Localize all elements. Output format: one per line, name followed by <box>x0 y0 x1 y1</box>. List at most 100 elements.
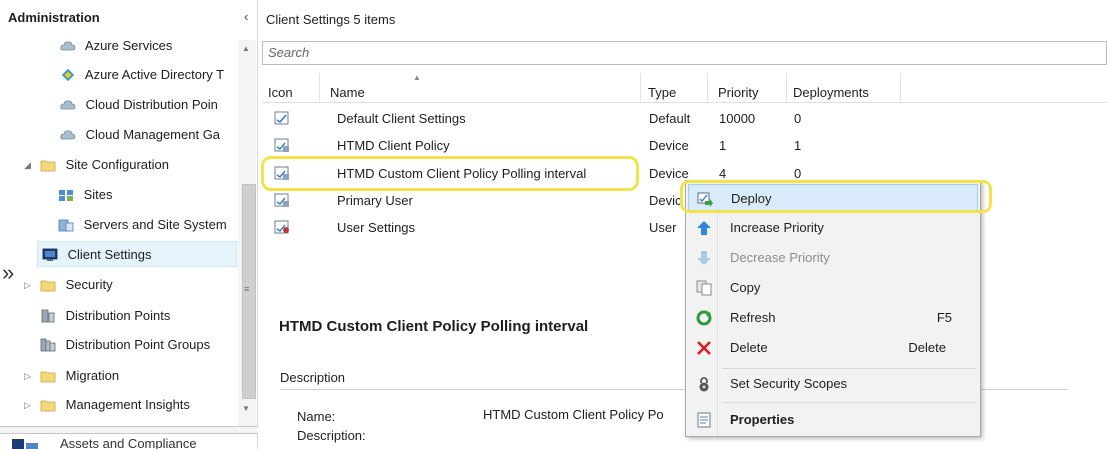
cell-type: Devic <box>649 193 682 208</box>
menu-item-increase-priority[interactable]: Increase Priority <box>688 214 978 242</box>
menu-item-shortcut: Delete <box>908 340 946 355</box>
details-title: HTMD Custom Client Policy Polling interv… <box>279 318 589 335</box>
nav-item-site-configuration[interactable]: Site Configuration <box>40 152 238 178</box>
column-header-priority[interactable]: Priority <box>708 73 787 103</box>
nav-item-label: Management Insights <box>65 397 190 412</box>
assets-and-compliance-icon <box>12 439 38 449</box>
nav-item-label: Cloud Distribution Poin <box>85 97 218 112</box>
workspace-assets-and-compliance[interactable]: Assets and Compliance <box>60 436 197 449</box>
menu-item-label: Refresh <box>730 310 776 325</box>
column-header-name[interactable]: Name <box>320 73 641 103</box>
context-menu: Deploy Increase Priority Decrease Priori… <box>685 180 981 437</box>
menu-item-shortcut: F5 <box>936 310 952 325</box>
nav-item-label: Distribution Point Groups <box>65 337 211 352</box>
nav-item-azure-services[interactable]: Azure Services <box>60 33 238 59</box>
collapse-pane-button[interactable]: ‹ <box>244 9 248 24</box>
deploy-icon <box>697 192 713 207</box>
nav-item-security[interactable]: Security <box>40 272 238 298</box>
search-input[interactable]: Search <box>262 41 1107 65</box>
grip-icon: ≡ <box>244 284 250 294</box>
expand-arrow-icon[interactable]: ▷ <box>24 363 31 389</box>
servers-icon <box>58 219 74 231</box>
cell-name: HTMD Custom Client Policy Polling interv… <box>337 166 587 181</box>
client-policy-row-icon <box>274 193 289 207</box>
scroll-up-arrow-icon[interactable]: ▲ <box>242 44 250 53</box>
nav-item-label: Client Settings <box>67 247 152 262</box>
nav-item-label: Azure Active Directory T <box>84 67 225 82</box>
nav-item-azure-active-directory[interactable]: Azure Active Directory T <box>60 62 238 88</box>
nav-item-management-insights[interactable]: Management Insights <box>40 392 238 418</box>
client-policy-row-icon <box>274 138 289 152</box>
expand-arrow-icon[interactable]: ▷ <box>24 392 31 418</box>
scroll-down-arrow-icon[interactable]: ▼ <box>242 404 250 413</box>
cell-name: User Settings <box>337 220 416 235</box>
copy-icon <box>696 280 712 296</box>
nav-horizontal-scrollbar[interactable] <box>0 426 258 434</box>
user-settings-row-icon <box>274 220 289 234</box>
client-settings-icon <box>42 248 58 261</box>
nav-item-label: Distribution Points <box>65 308 171 323</box>
properties-icon <box>697 412 711 428</box>
menu-item-label: Set Security Scopes <box>730 376 848 391</box>
cloud-icon <box>60 99 76 109</box>
nav-item-migration[interactable]: Migration <box>40 363 238 389</box>
menu-item-delete[interactable]: Delete Delete <box>688 334 978 362</box>
distribution-points-icon <box>41 309 55 322</box>
column-header-deployments[interactable]: Deployments <box>787 73 901 103</box>
menu-item-properties[interactable]: Properties <box>688 406 978 434</box>
folder-icon <box>40 280 56 291</box>
delete-icon <box>697 341 711 355</box>
menu-item-label: Decrease Priority <box>730 250 830 265</box>
details-name-value: HTMD Custom Client Policy Po <box>483 407 664 422</box>
nav-item-cloud-distribution-point[interactable]: Cloud Distribution Poin <box>60 92 238 118</box>
collapse-arrow-icon[interactable]: ◢ <box>24 152 31 178</box>
details-description-label: Description: <box>297 428 366 443</box>
cloud-icon <box>60 40 76 50</box>
nav-item-client-settings[interactable]: Client Settings <box>37 241 237 267</box>
nav-item-label: Cloud Management Ga <box>85 127 221 142</box>
arrow-down-icon <box>697 251 711 265</box>
nav-item-cloud-management-gateway[interactable]: Cloud Management Ga <box>60 122 238 148</box>
lock-icon <box>699 377 709 392</box>
nav-item-label: Site Configuration <box>65 157 169 172</box>
column-header-icon[interactable]: Icon <box>262 73 320 103</box>
nav-item-label: Migration <box>65 368 120 383</box>
menu-item-deploy[interactable]: Deploy <box>688 184 978 212</box>
cell-type: Device <box>649 166 689 181</box>
details-section-header: Description <box>280 370 346 385</box>
details-name-label: Name: <box>297 409 336 424</box>
client-settings-row-icon <box>274 111 289 125</box>
workspace-title: Administration <box>8 10 100 25</box>
nav-item-distribution-points[interactable]: Distribution Points <box>40 303 238 329</box>
expand-arrow-icon[interactable]: ▷ <box>24 272 31 298</box>
cell-name: HTMD Client Policy <box>337 138 450 153</box>
cell-name: Default Client Settings <box>337 111 466 126</box>
table-row[interactable]: HTMD Client Policy Device 1 1 <box>262 132 1107 159</box>
menu-item-decrease-priority[interactable]: Decrease Priority <box>688 244 978 272</box>
double-chevron-icon: » <box>2 260 15 285</box>
menu-item-set-security-scopes[interactable]: Set Security Scopes <box>688 370 978 398</box>
navigation-pane: Administration ‹ Azure Services Azure Ac… <box>0 0 258 449</box>
nav-item-label: Azure Services <box>84 38 173 53</box>
folder-icon <box>40 160 56 171</box>
nav-item-servers-and-site-system-roles[interactable]: Servers and Site System <box>58 212 238 238</box>
menu-item-label: Delete <box>730 340 768 355</box>
menu-item-label: Increase Priority <box>730 220 824 235</box>
nav-item-distribution-point-groups[interactable]: Distribution Point Groups <box>40 332 238 358</box>
nav-item-sites[interactable]: Sites <box>58 182 238 208</box>
menu-item-refresh[interactable]: Refresh F5 <box>688 304 978 332</box>
cell-priority: 10000 <box>719 111 756 126</box>
folder-icon <box>40 371 56 382</box>
nav-item-label: Sites <box>83 187 113 202</box>
sites-icon <box>59 189 73 201</box>
page-title: Client Settings 5 items <box>266 12 396 27</box>
cloud-icon <box>60 129 76 139</box>
table-row[interactable]: Default Client Settings Default 10000 0 <box>262 105 1107 132</box>
distribution-point-groups-icon <box>40 338 56 351</box>
menu-item-copy[interactable]: Copy <box>688 274 978 302</box>
cell-name: Primary User <box>337 193 413 208</box>
menu-separator <box>722 368 976 369</box>
arrow-up-icon <box>697 221 711 235</box>
column-header-type[interactable]: Type <box>641 73 708 103</box>
cell-priority: 1 <box>719 138 727 153</box>
